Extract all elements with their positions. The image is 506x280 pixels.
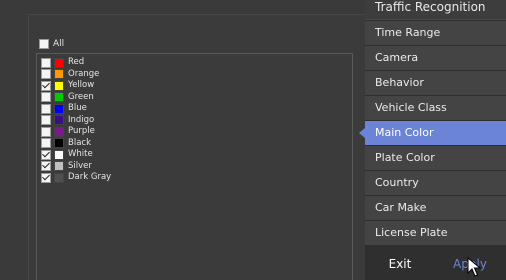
menu-item-license-plate[interactable]: License Plate bbox=[365, 221, 506, 245]
color-label: Yellow bbox=[68, 80, 95, 91]
color-list: Red Orange Yellow Green Blue Indigo Purple Blac… bbox=[37, 54, 352, 184]
color-checkbox[interactable] bbox=[41, 172, 51, 183]
color-label: Purple bbox=[68, 126, 95, 137]
color-checkbox[interactable] bbox=[41, 80, 51, 91]
color-swatch bbox=[54, 126, 64, 137]
color-list-box: Red Orange Yellow Green Blue Indigo Purple Blac… bbox=[36, 53, 353, 280]
mouse-cursor-icon bbox=[467, 257, 481, 277]
color-swatch bbox=[54, 149, 64, 160]
select-all-row[interactable]: All bbox=[39, 37, 64, 50]
exit-button[interactable]: Exit bbox=[365, 249, 435, 280]
color-option-orange[interactable]: Orange bbox=[41, 69, 352, 81]
color-label: Red bbox=[68, 57, 85, 68]
color-label: Dark Gray bbox=[68, 172, 112, 183]
color-option-silver[interactable]: Silver bbox=[41, 161, 352, 173]
menu-item-country[interactable]: Country bbox=[365, 171, 506, 195]
color-checkbox[interactable] bbox=[41, 138, 51, 149]
color-checkbox[interactable] bbox=[41, 161, 51, 172]
color-option-purple[interactable]: Purple bbox=[41, 126, 352, 138]
select-all-label: All bbox=[53, 38, 65, 49]
select-all-checkbox[interactable] bbox=[39, 38, 49, 49]
menu-title: Traffic Recognition bbox=[365, 0, 506, 20]
color-label: White bbox=[68, 149, 93, 160]
color-option-indigo[interactable]: Indigo bbox=[41, 115, 352, 127]
color-label: Indigo bbox=[68, 114, 95, 125]
color-swatch bbox=[54, 161, 64, 172]
color-swatch bbox=[54, 172, 64, 183]
color-swatch bbox=[54, 115, 64, 126]
menu-item-main-color[interactable]: Main Color bbox=[359, 121, 506, 145]
color-option-yellow[interactable]: Yellow bbox=[41, 80, 352, 92]
color-swatch bbox=[54, 57, 64, 68]
menu-footer: Exit Apply bbox=[365, 249, 506, 280]
color-option-green[interactable]: Green bbox=[41, 92, 352, 104]
color-checkbox[interactable] bbox=[41, 103, 51, 114]
color-option-dark-gray[interactable]: Dark Gray bbox=[41, 172, 352, 184]
menu-item-vehicle-class[interactable]: Vehicle Class bbox=[365, 96, 506, 120]
color-swatch bbox=[54, 69, 64, 80]
menu-items: Time Range Camera Behavior Vehicle Class Mai… bbox=[359, 21, 506, 245]
color-swatch bbox=[54, 92, 64, 103]
menu-item-plate-color[interactable]: Plate Color bbox=[365, 146, 506, 170]
color-swatch bbox=[54, 103, 64, 114]
color-option-black[interactable]: Black bbox=[41, 138, 352, 150]
color-option-white[interactable]: White bbox=[41, 149, 352, 161]
color-filter-panel: All Red Orange Yellow Green Blue Indigo Purple… bbox=[28, 14, 370, 280]
color-checkbox[interactable] bbox=[41, 126, 51, 137]
color-checkbox[interactable] bbox=[41, 115, 51, 126]
color-checkbox[interactable] bbox=[41, 149, 51, 160]
color-option-red[interactable]: Red bbox=[41, 57, 352, 69]
color-label: Green bbox=[68, 91, 94, 102]
color-swatch bbox=[54, 138, 64, 149]
color-checkbox[interactable] bbox=[41, 92, 51, 103]
color-label: Silver bbox=[68, 160, 92, 171]
menu-item-camera[interactable]: Camera bbox=[365, 46, 506, 70]
color-label: Black bbox=[68, 137, 91, 148]
menu-item-time-range[interactable]: Time Range bbox=[365, 21, 506, 45]
menu-item-behavior[interactable]: Behavior bbox=[365, 71, 506, 95]
filter-menu: Traffic Recognition Time Range Camera Beha… bbox=[359, 0, 506, 280]
color-option-blue[interactable]: Blue bbox=[41, 103, 352, 115]
color-checkbox[interactable] bbox=[41, 57, 51, 68]
color-checkbox[interactable] bbox=[41, 69, 51, 80]
color-label: Orange bbox=[68, 68, 100, 79]
menu-item-car-make[interactable]: Car Make bbox=[365, 196, 506, 220]
color-label: Blue bbox=[68, 103, 87, 114]
color-swatch bbox=[54, 80, 64, 91]
